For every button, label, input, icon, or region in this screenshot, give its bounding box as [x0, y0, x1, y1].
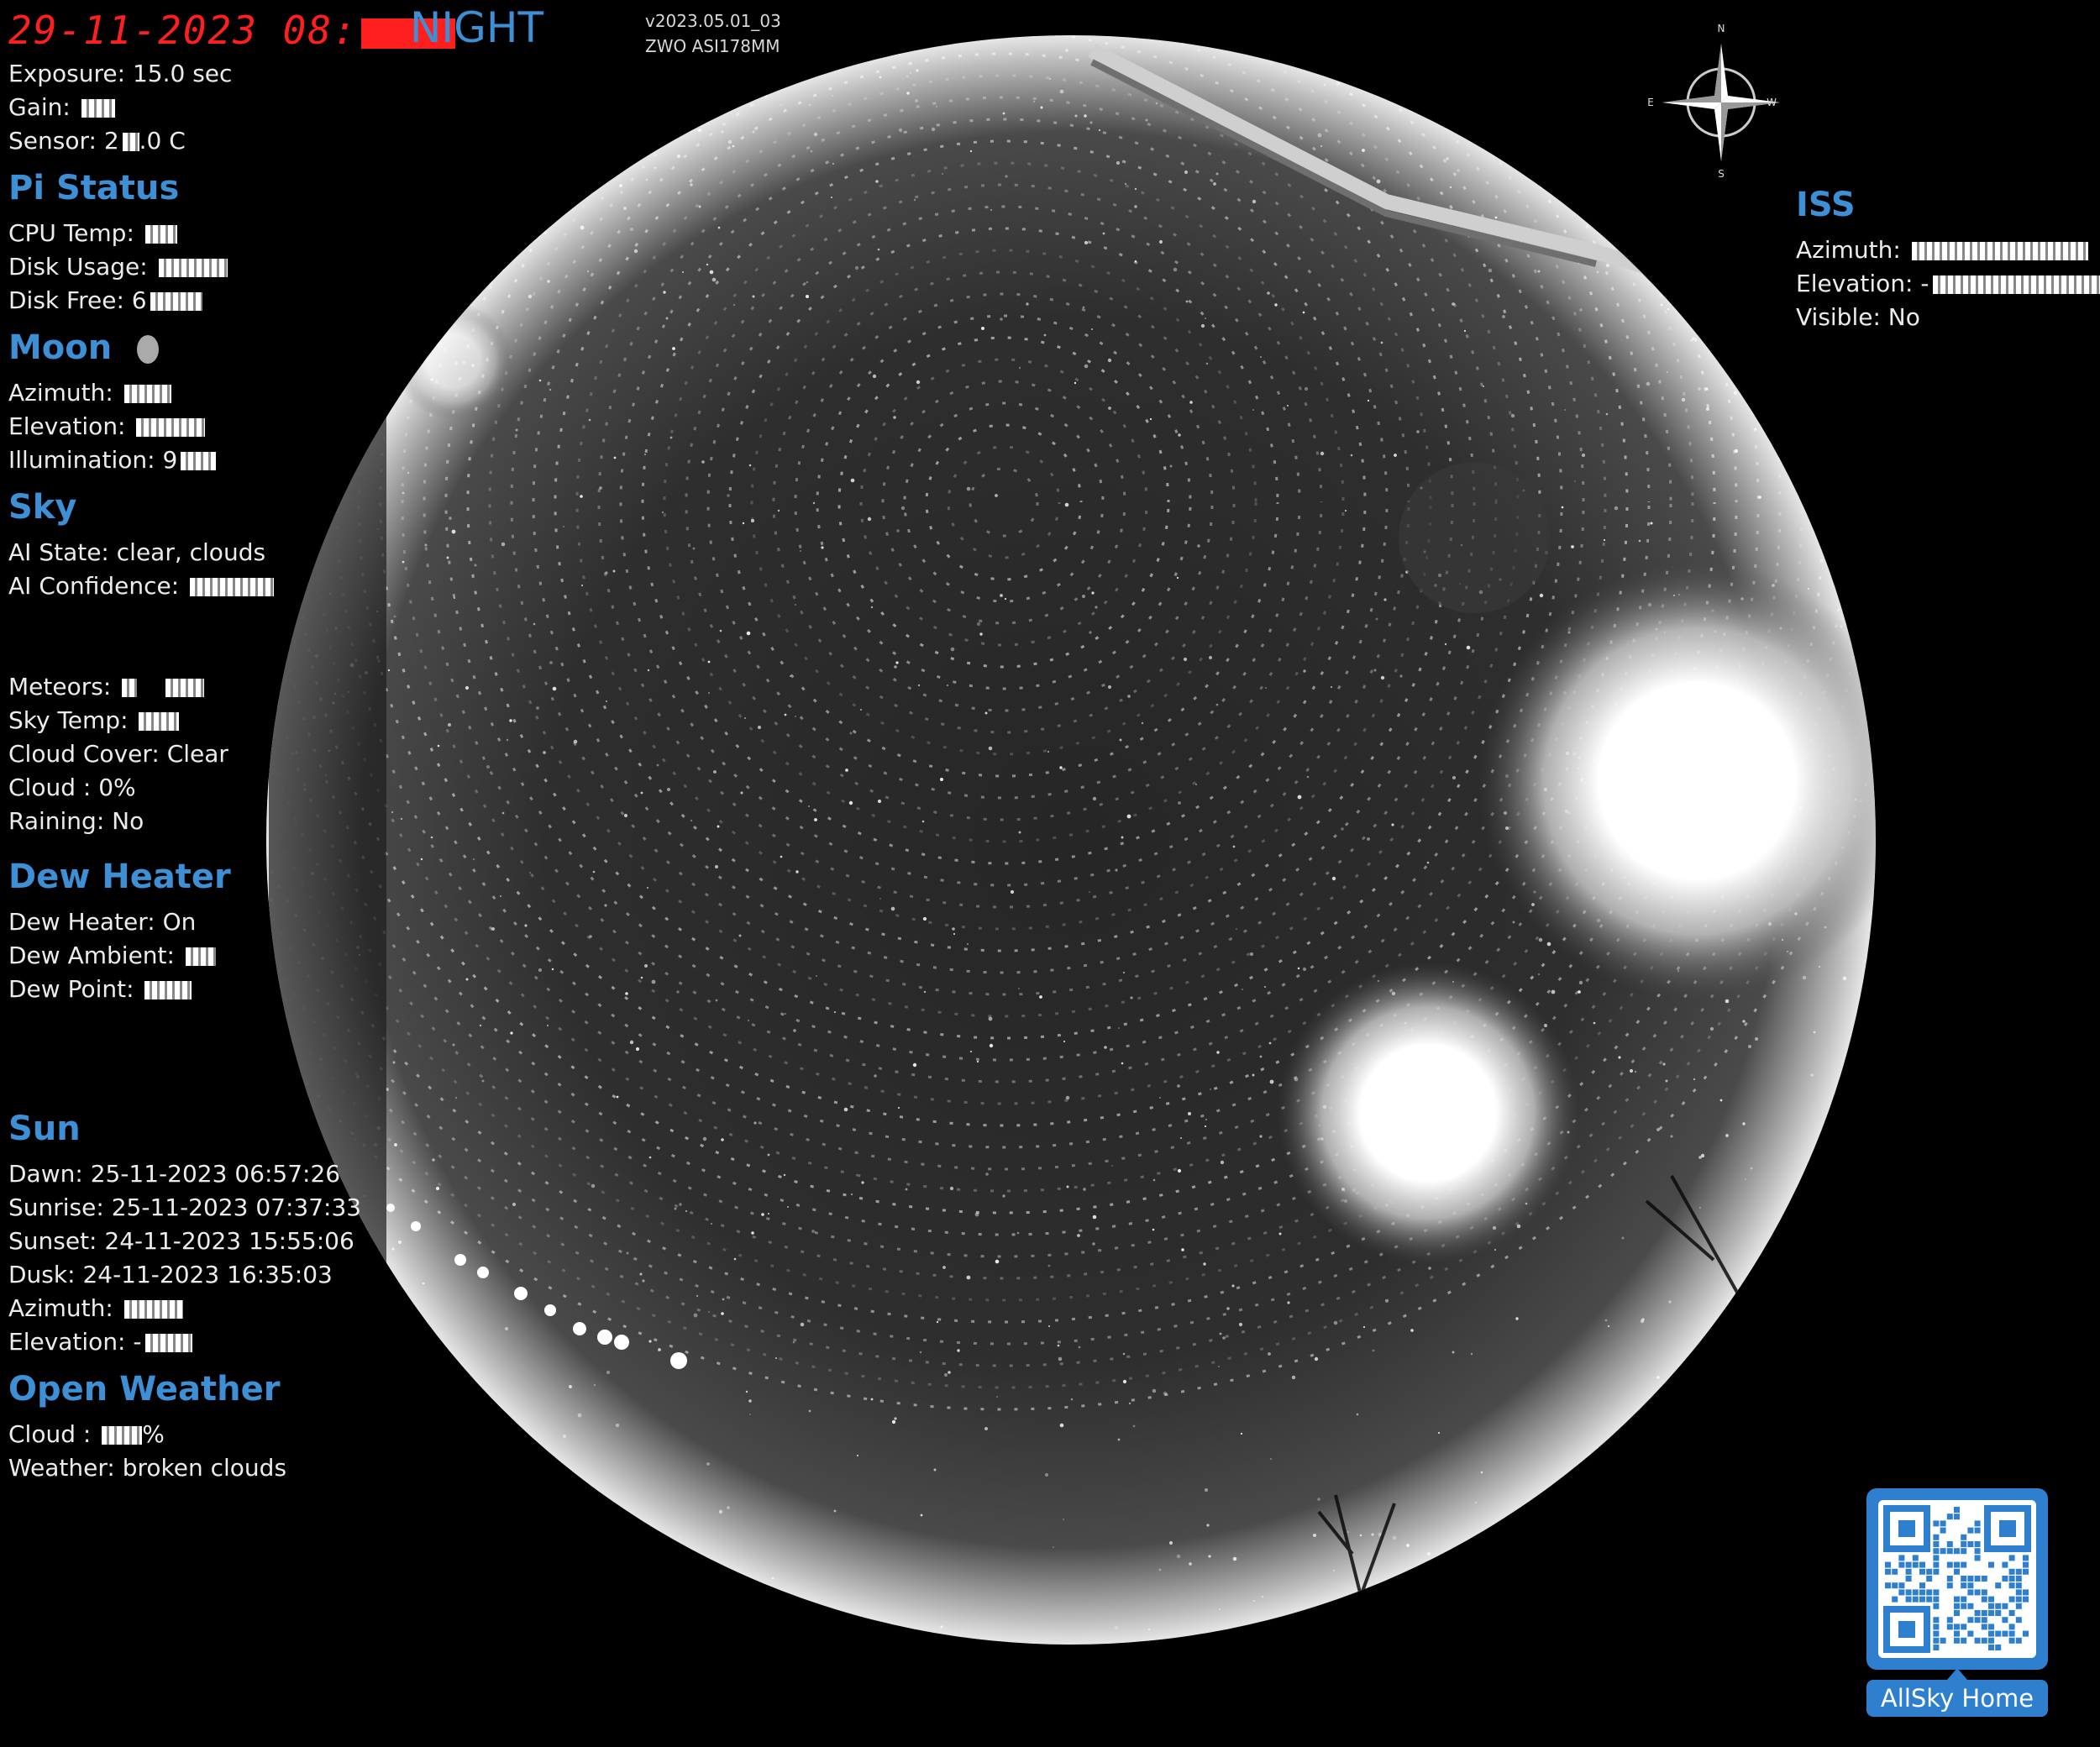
meteors: Meteors:: [8, 670, 205, 704]
dew-heater-state: Dew Heater: On: [8, 908, 197, 936]
mode-label: NIGHT: [410, 3, 544, 52]
ow-weather: Weather: broken clouds: [8, 1454, 287, 1482]
ai-confidence: AI Confidence:: [8, 569, 275, 603]
raining: Raining: No: [8, 807, 144, 835]
capture-datetime: 29-11-2023 08:: [8, 5, 455, 55]
sky-heading: Sky: [8, 488, 77, 527]
capture-time-prefix: 08:: [282, 8, 358, 53]
pi-status-heading: Pi Status: [8, 169, 180, 207]
cpu-temp: CPU Temp:: [8, 217, 177, 250]
compass-w: W: [1767, 97, 1777, 108]
moon-elevation: Elevation:: [8, 410, 206, 443]
qr-pointer: [1947, 1668, 1967, 1680]
dew-point: Dew Point:: [8, 973, 192, 1006]
moon-heading: Moon: [8, 327, 160, 369]
cloud-cover: Cloud Cover: Clear: [8, 740, 228, 768]
compass-s: S: [1718, 168, 1725, 178]
sun-sunset: Sunset: 24-11-2023 15:55:06: [8, 1227, 354, 1255]
moon-illumination: Illumination: 9: [8, 443, 217, 477]
sensor-temp: Sensor: 2.0 C: [8, 127, 186, 155]
ow-cloud: Cloud : %: [8, 1420, 165, 1448]
allsky-image: [266, 35, 1876, 1645]
compass-rose-icon: N S E W: [1647, 23, 1780, 178]
dew-heater-heading: Dew Heater: [8, 858, 231, 896]
version-info: v2023.05.01_03 ZWO ASI178MM: [645, 8, 781, 59]
gain: Gain:: [8, 91, 115, 124]
cloud-percent: Cloud : 0%: [8, 774, 136, 801]
iss-visible: Visible: No: [1796, 303, 1920, 331]
open-weather-heading: Open Weather: [8, 1370, 281, 1409]
sun-elevation: Elevation: -: [8, 1325, 192, 1359]
ai-state: AI State: clear, clouds: [8, 538, 266, 566]
sun-azimuth: Azimuth:: [8, 1292, 183, 1325]
moon-azimuth: Azimuth:: [8, 376, 171, 410]
capture-date: 29-11-2023: [8, 8, 258, 53]
compass-e: E: [1647, 97, 1654, 108]
iss-elevation: Elevation: -: [1796, 267, 2100, 301]
camera-model: ZWO ASI178MM: [645, 36, 780, 56]
software-version: v2023.05.01_03: [645, 11, 781, 31]
sun-dawn: Dawn: 25-11-2023 06:57:26: [8, 1160, 341, 1188]
iss-heading: ISS: [1796, 186, 1856, 224]
dew-ambient: Dew Ambient:: [8, 939, 216, 973]
sun-dusk: Dusk: 24-11-2023 16:35:03: [8, 1261, 333, 1288]
disk-free: Disk Free: 6: [8, 284, 202, 317]
disk-usage: Disk Usage:: [8, 250, 228, 284]
iss-azimuth: Azimuth:: [1796, 233, 2088, 267]
compass-n: N: [1718, 23, 1725, 34]
qr-code-icon[interactable]: [1866, 1488, 2048, 1670]
exposure: Exposure: 15.0 sec: [8, 60, 233, 87]
sky-temp: Sky Temp:: [8, 704, 180, 737]
allsky-home-button[interactable]: AllSky Home: [1866, 1680, 2048, 1717]
sun-heading: Sun: [8, 1110, 81, 1148]
moon-phase-icon: [137, 335, 160, 364]
sun-sunrise: Sunrise: 25-11-2023 07:37:33: [8, 1194, 362, 1221]
